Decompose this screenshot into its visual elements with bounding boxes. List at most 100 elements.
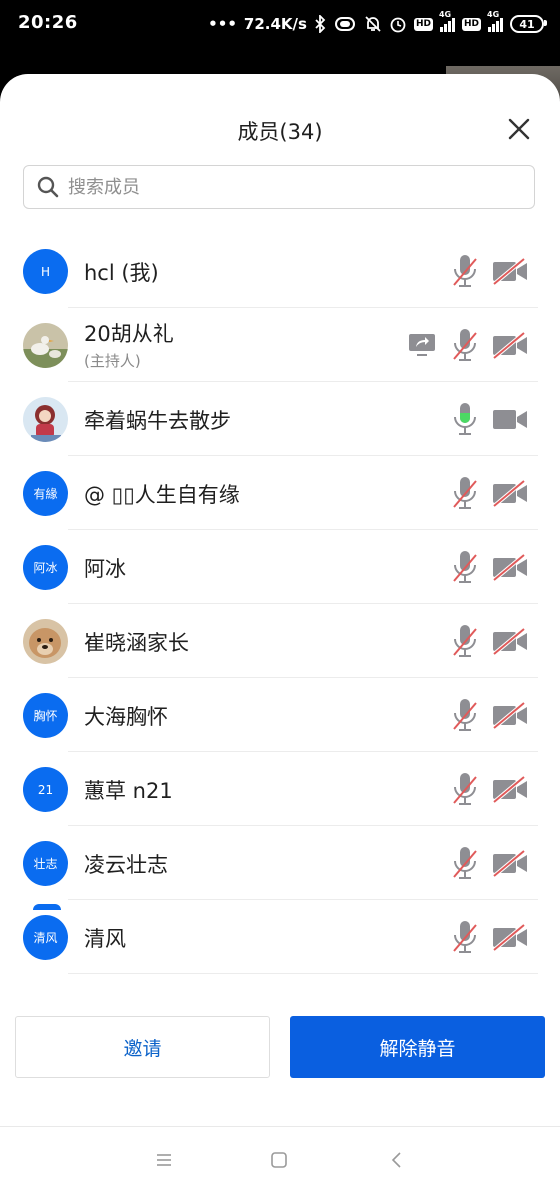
- search-box[interactable]: [23, 165, 535, 209]
- menu-icon: [157, 1154, 171, 1166]
- camera-off-icon: [492, 553, 527, 582]
- status-icons: ••• 72.4K/s HD 4G HD 4G 41: [208, 10, 547, 36]
- mic-toggle[interactable]: [452, 402, 478, 436]
- mic-muted-icon: [453, 699, 477, 731]
- member-name: 20胡从礼: [84, 322, 174, 346]
- member-name: 清风: [84, 927, 126, 951]
- avatar: [23, 619, 68, 664]
- mic-muted-icon: [453, 551, 477, 583]
- member-row[interactable]: 清风 清风: [0, 900, 560, 974]
- avatar: 清风: [23, 915, 68, 960]
- more-dots-icon: •••: [208, 15, 237, 33]
- member-name: 蕙草 n21: [84, 779, 173, 803]
- member-name: @ ▯▯人生自有缘: [84, 483, 240, 507]
- member-row[interactable]: 21 蕙草 n21: [0, 752, 560, 826]
- mic-toggle[interactable]: [452, 698, 478, 732]
- avatar: H: [23, 249, 68, 294]
- mic-toggle[interactable]: [452, 328, 478, 362]
- camera-toggle[interactable]: [492, 849, 528, 878]
- member-row[interactable]: 胸怀 大海胸怀: [0, 678, 560, 752]
- camera-off-icon: [492, 923, 527, 952]
- search-input[interactable]: [66, 175, 510, 199]
- alarm-icon: [389, 15, 407, 33]
- screen-share-icon: [409, 334, 435, 356]
- camera-toggle[interactable]: [492, 257, 528, 286]
- mic-muted-icon: [453, 921, 477, 953]
- camera-off-icon: [492, 849, 527, 878]
- screen-share-indicator: [408, 333, 436, 357]
- home-nav-button[interactable]: [268, 1150, 292, 1172]
- status-bar: 20:26 ••• 72.4K/s HD 4G HD 4G 41: [0, 0, 560, 50]
- avatar-initials: 清风: [33, 931, 58, 945]
- page-title: 成员(34): [237, 120, 323, 144]
- avatar: 21: [23, 767, 68, 812]
- mic-on-icon: [454, 403, 476, 435]
- camera-off-icon: [492, 479, 527, 508]
- avatar-initials: 阿冰: [33, 561, 58, 575]
- camera-toggle[interactable]: [492, 479, 528, 508]
- camera-toggle[interactable]: [492, 923, 528, 952]
- back-nav-button[interactable]: [386, 1150, 410, 1172]
- search-icon: [36, 175, 60, 199]
- mic-toggle[interactable]: [452, 254, 478, 288]
- bell-off-icon: [364, 15, 382, 33]
- camera-off-icon: [492, 775, 527, 804]
- member-list: Hhcl (我) 20胡从礼 (主持人) 牵着蜗牛去散步有緣 @ ▯▯人生自有缘阿冰 阿冰…: [0, 234, 560, 992]
- unmute-button[interactable]: 解除静音: [290, 1016, 545, 1078]
- member-name: 崔晓涵家长: [84, 631, 189, 655]
- avatar: 壮志: [23, 841, 68, 886]
- camera-toggle[interactable]: [492, 553, 528, 582]
- member-row[interactable]: Hhcl (我): [0, 234, 560, 308]
- mic-muted-icon: [453, 477, 477, 509]
- mic-muted-icon: [453, 847, 477, 879]
- mic-toggle[interactable]: [452, 772, 478, 806]
- girl-photo: [23, 397, 68, 442]
- avatar-initials: 21: [37, 782, 54, 797]
- avatar: 胸怀: [23, 693, 68, 738]
- avatar-initials: 壮志: [33, 857, 58, 871]
- close-icon: [508, 118, 530, 140]
- camera-toggle[interactable]: [492, 701, 528, 730]
- members-sheet: 成员(34) Hhcl (我) 20胡从礼 (主持人) 牵着蜗牛去散步有緣 @ ▯▯人生…: [0, 74, 560, 1194]
- mic-muted-icon: [453, 329, 477, 361]
- member-name: 大海胸怀: [84, 705, 168, 729]
- mic-muted-icon: [453, 625, 477, 657]
- mic-toggle[interactable]: [452, 920, 478, 954]
- camera-toggle[interactable]: [492, 775, 528, 804]
- avatar: 有緣: [23, 471, 68, 516]
- mic-toggle[interactable]: [452, 846, 478, 880]
- invite-button[interactable]: 邀请: [15, 1016, 270, 1078]
- row-divider: [68, 973, 538, 974]
- mic-muted-icon: [453, 255, 477, 287]
- avatar: 阿冰: [23, 545, 68, 590]
- camera-toggle[interactable]: [492, 405, 528, 433]
- avatar: [23, 397, 68, 442]
- square-icon: [271, 1152, 287, 1168]
- camera-on-icon: [493, 410, 527, 429]
- member-row[interactable]: 有緣 @ ▯▯人生自有缘: [0, 456, 560, 530]
- battery-icon: 41: [510, 15, 547, 33]
- member-row[interactable]: 牵着蜗牛去散步: [0, 382, 560, 456]
- camera-toggle[interactable]: [492, 331, 528, 360]
- signal-icon-1: 4G: [439, 10, 455, 32]
- member-row[interactable]: 阿冰 阿冰: [0, 530, 560, 604]
- member-row[interactable]: 崔晓涵家长: [0, 604, 560, 678]
- avatar-initials: 胸怀: [33, 709, 58, 723]
- mic-toggle[interactable]: [452, 476, 478, 510]
- close-button[interactable]: [502, 112, 536, 146]
- goose-photo: [23, 323, 68, 368]
- camera-off-icon: [492, 257, 527, 286]
- hd-badge-1: HD: [413, 17, 433, 31]
- menu-nav-button[interactable]: [153, 1150, 177, 1172]
- member-name: 凌云壮志: [84, 853, 168, 877]
- mic-toggle[interactable]: [452, 624, 478, 658]
- member-row[interactable]: 20胡从礼 (主持人): [0, 308, 560, 382]
- avatar-initials: 有緣: [33, 487, 58, 501]
- back-icon: [391, 1152, 401, 1168]
- mic-muted-icon: [453, 773, 477, 805]
- mic-toggle[interactable]: [452, 550, 478, 584]
- avatar: [23, 323, 68, 368]
- camera-toggle[interactable]: [492, 627, 528, 656]
- partial-avatar: [33, 904, 61, 910]
- member-row[interactable]: 壮志 凌云壮志: [0, 826, 560, 900]
